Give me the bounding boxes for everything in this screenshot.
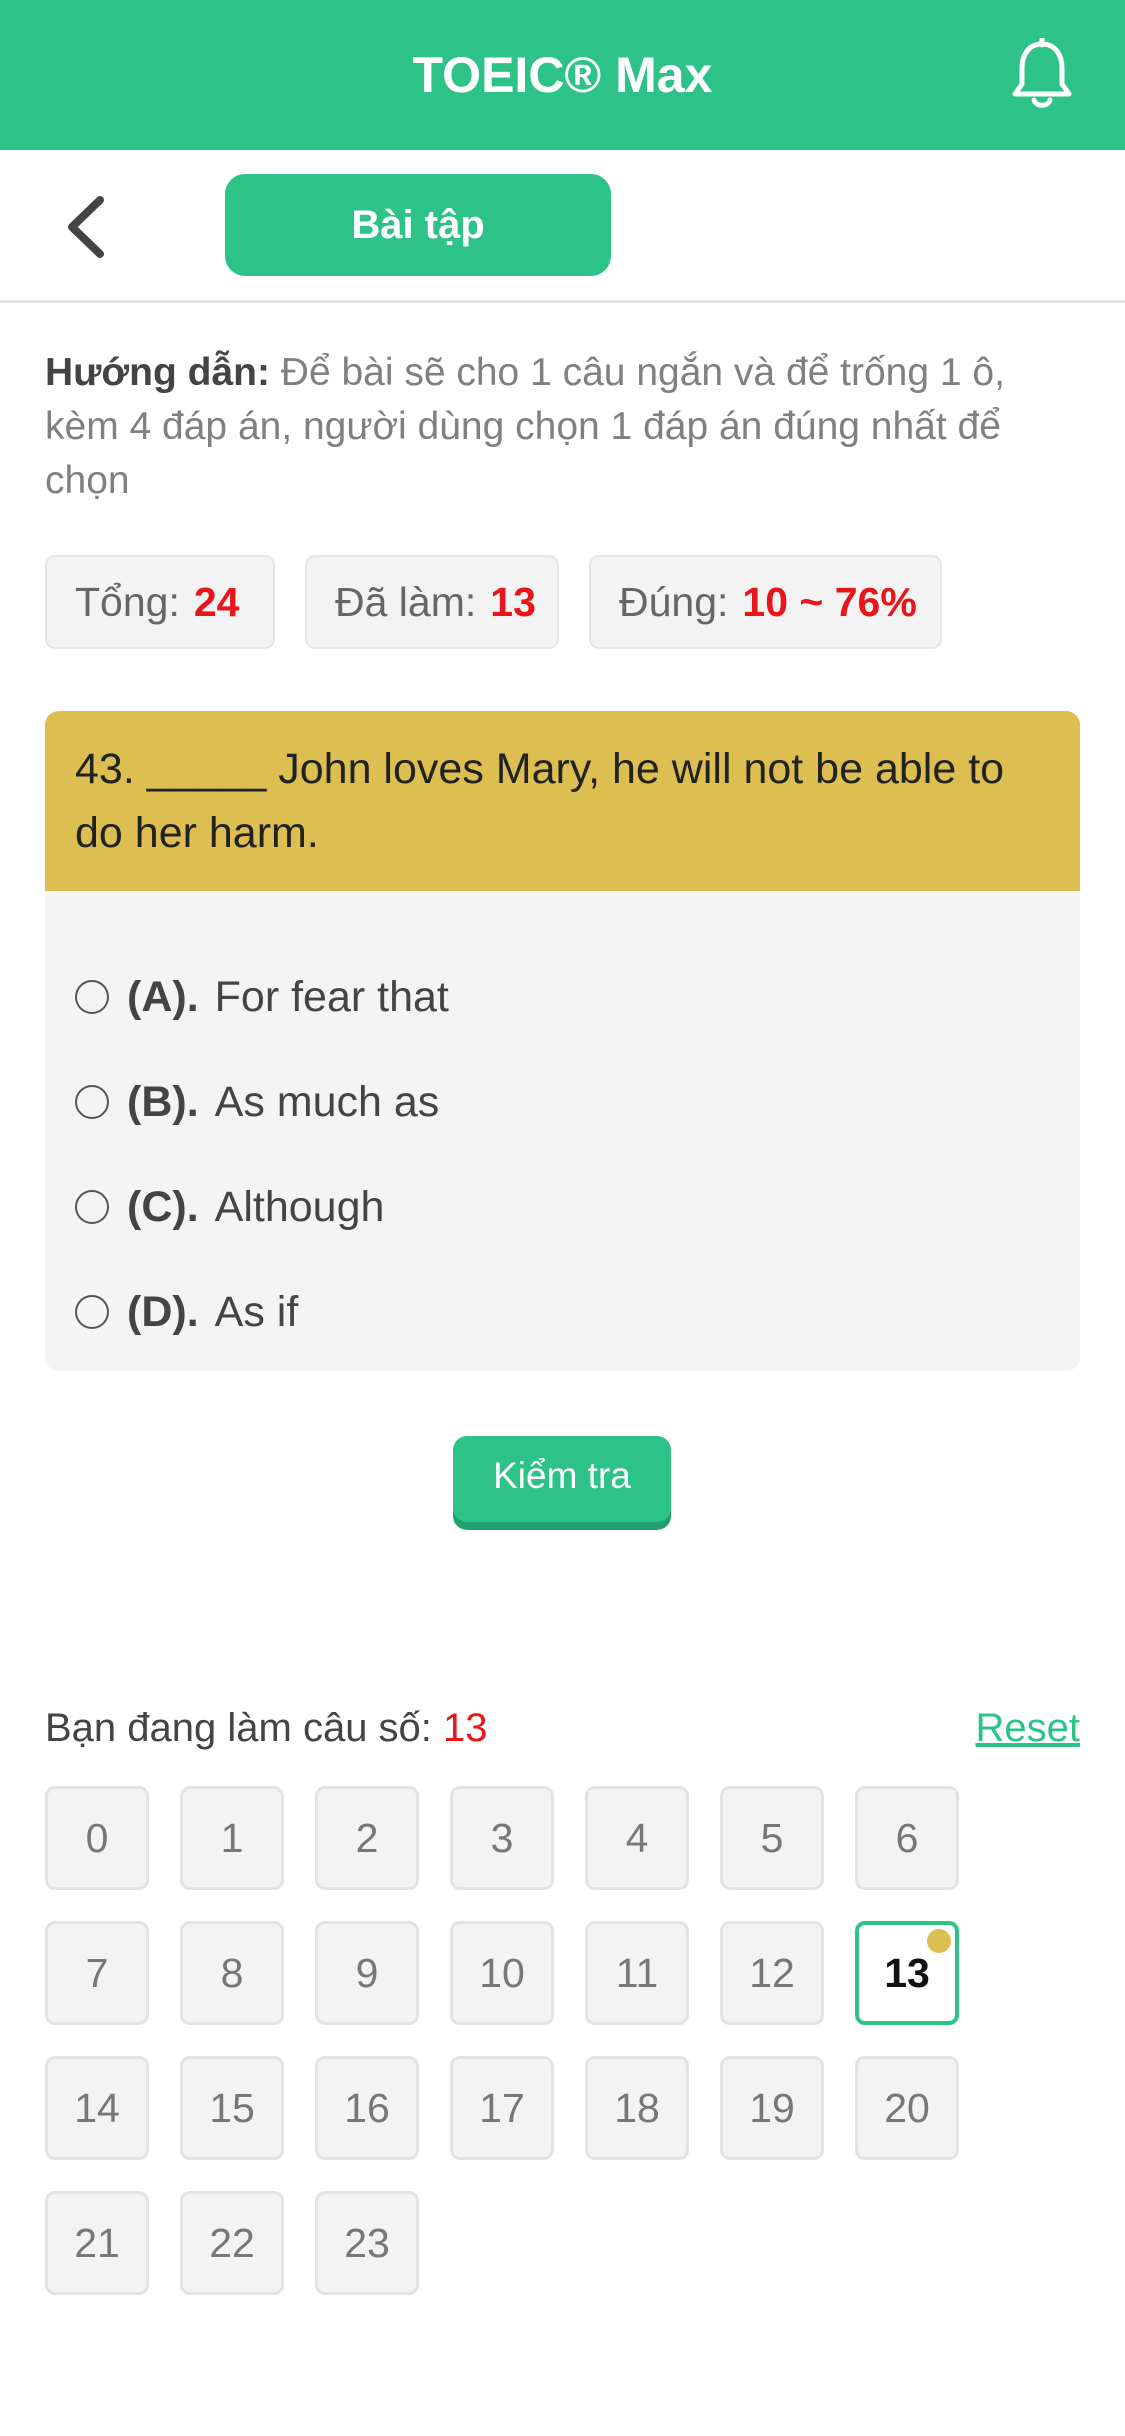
question-number-5[interactable]: 5 [720,1786,824,1890]
question-number-8[interactable]: 8 [180,1921,284,2025]
stat-total-label: Tổng: [75,579,180,625]
option-b-letter: (B). [127,1078,199,1126]
question-number-17[interactable]: 17 [450,2056,554,2160]
instructions: Hướng dẫn: Để bài sẽ cho 1 câu ngắn và đ… [45,346,1080,508]
question-number-3[interactable]: 3 [450,1786,554,1890]
stat-correct-label: Đúng: [619,579,729,625]
option-d[interactable]: (D). As if [75,1282,298,1342]
reset-link[interactable]: Reset [976,1700,1081,1756]
option-d-letter: (D). [127,1288,199,1336]
radio-a[interactable] [75,979,109,1014]
question-number-12[interactable]: 12 [720,1921,824,2025]
question-number-6[interactable]: 6 [855,1786,959,1890]
question-number-22[interactable]: 22 [180,2191,284,2295]
question-number-19[interactable]: 19 [720,2056,824,2160]
current-marker-dot [927,1929,951,1953]
option-c[interactable]: (C). Although [75,1177,384,1237]
question-number-0[interactable]: 0 [45,1786,149,1890]
question-number-23[interactable]: 23 [315,2191,419,2295]
option-c-text: Although [214,1183,385,1231]
stat-total-value: 24 [193,579,240,625]
stat-done-label: Đã làm: [335,579,477,625]
question-number-7[interactable]: 7 [45,1921,149,2025]
answer-options: (A). For fear that (B). As much as (C). Alt… [45,891,1080,1371]
current-question-number: 13 [443,1706,488,1750]
stat-correct: Đúng: 10 ~ 76% [589,555,942,649]
question-number-16[interactable]: 16 [315,2056,419,2160]
radio-b[interactable] [75,1084,109,1119]
check-button[interactable]: Kiểm tra [453,1436,671,1522]
option-b[interactable]: (B). As much as [75,1072,439,1132]
question-number-15[interactable]: 15 [180,2056,284,2160]
option-b-text: As much as [214,1078,440,1126]
option-d-text: As if [214,1288,299,1336]
radio-d[interactable] [75,1294,109,1329]
question-number-9[interactable]: 9 [315,1921,419,2025]
option-a-text: For fear that [214,973,449,1021]
current-question: Bạn đang làm câu số: 13 [45,1700,488,1756]
stat-done: Đã làm: 13 [305,555,559,649]
question-number-10[interactable]: 10 [450,1921,554,2025]
question-number-13[interactable]: 13 [855,1921,959,2025]
instructions-label: Hướng dẫn: [45,351,270,394]
question-number-1[interactable]: 1 [180,1786,284,1890]
bell-icon[interactable] [1010,38,1074,112]
option-a-letter: (A). [127,973,199,1021]
question-number-2[interactable]: 2 [315,1786,419,1890]
radio-c[interactable] [75,1189,109,1224]
stat-done-value: 13 [490,579,536,625]
current-question-label: Bạn đang làm câu số: [45,1706,432,1750]
question-number-14[interactable]: 14 [45,2056,149,2160]
question-text: 43. _____ John loves Mary, he will not b… [45,711,1080,891]
stat-correct-value: 10 ~ 76% [742,579,917,625]
option-c-letter: (C). [127,1183,199,1231]
question-number-11[interactable]: 11 [585,1921,689,2025]
question-number-18[interactable]: 18 [585,2056,689,2160]
question-number-4[interactable]: 4 [585,1786,689,1890]
question-number-20[interactable]: 20 [855,2056,959,2160]
stat-total: Tổng: 24 [45,555,275,649]
option-a[interactable]: (A). For fear that [75,967,449,1027]
sub-header: Bài tập [0,150,1125,303]
question-number-21[interactable]: 21 [45,2191,149,2295]
tab-exercises[interactable]: Bài tập [225,174,611,276]
chevron-left-icon[interactable] [62,194,112,260]
app-title: TOEIC® Max [412,47,713,103]
